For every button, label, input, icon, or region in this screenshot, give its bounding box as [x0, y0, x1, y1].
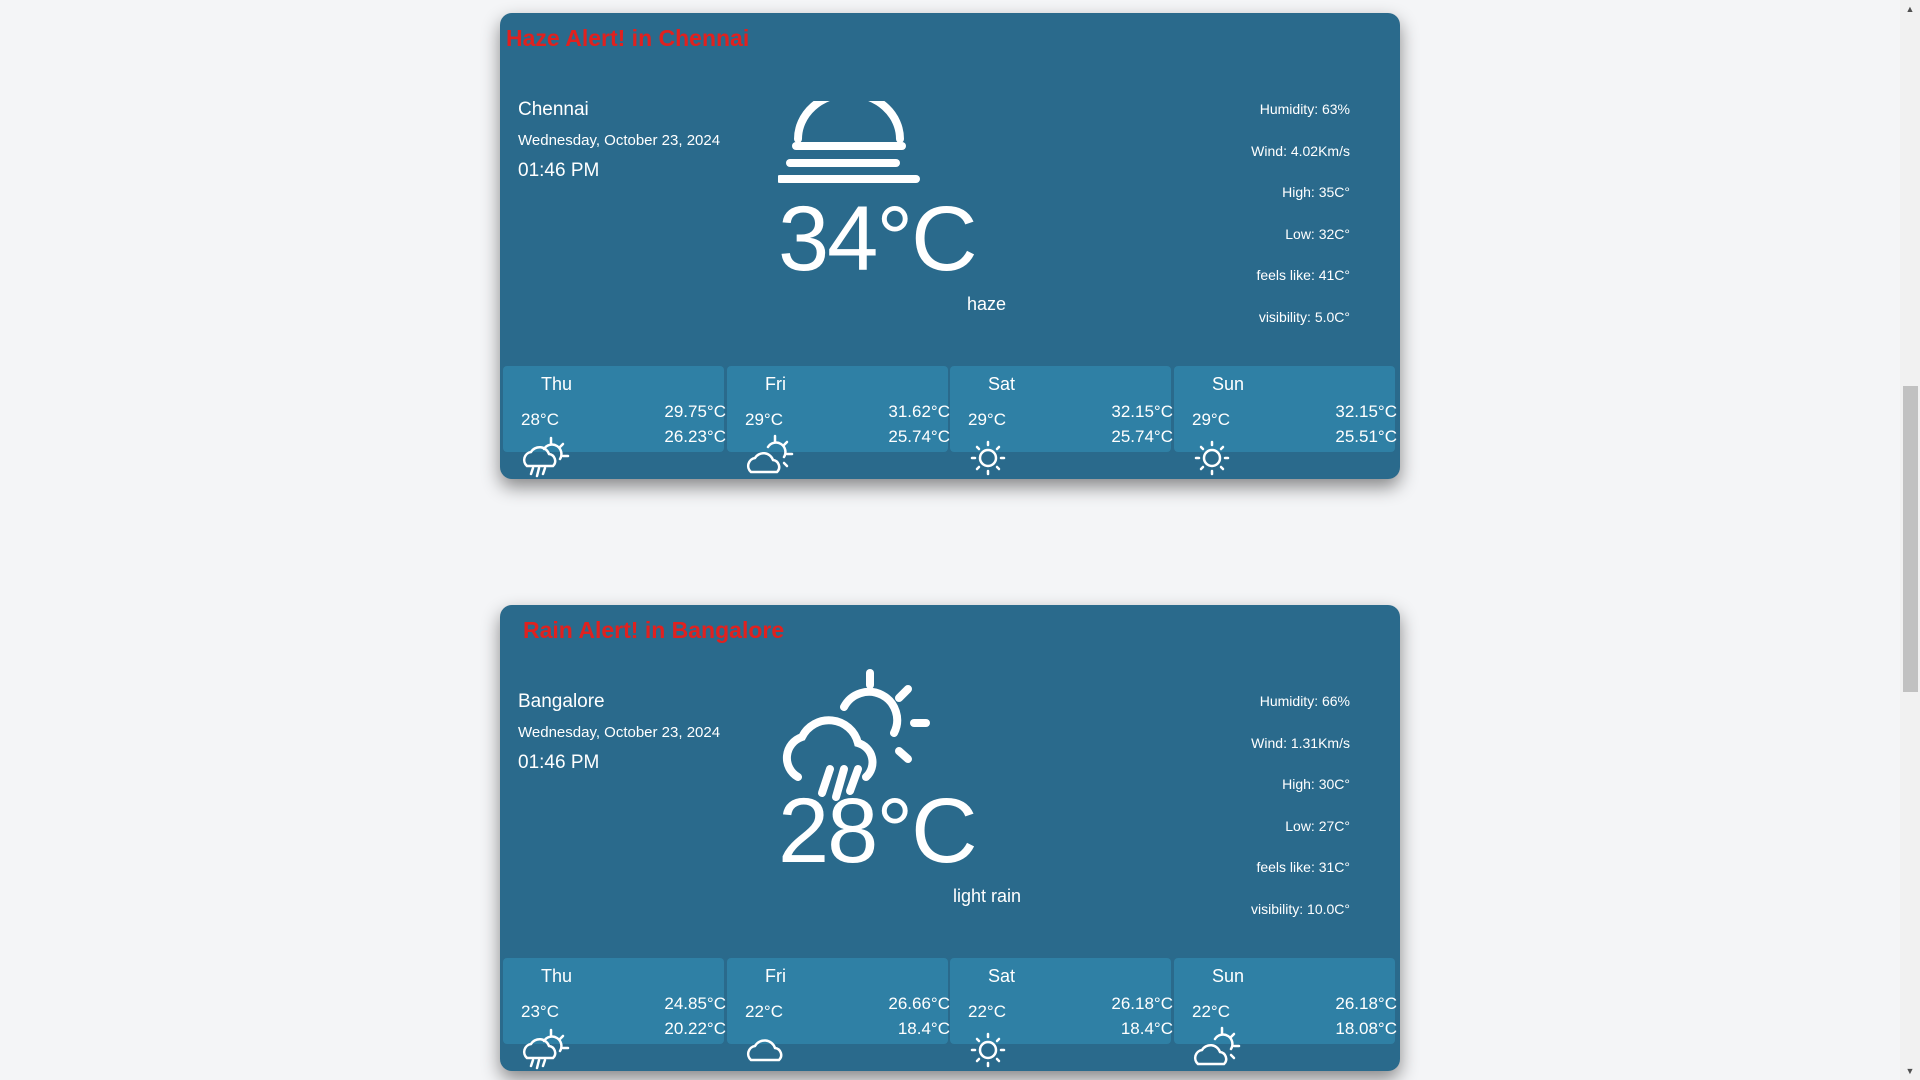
alert-banner: Haze Alert! in Chennai — [506, 25, 750, 51]
forecast-day: Sun 29°C 32.15°C 25.51°C — [1174, 366, 1397, 476]
forecast-low: 25.74°C — [888, 427, 950, 446]
forecast-low: 18.08°C — [1335, 1019, 1397, 1038]
forecast-day-name: Sat — [988, 374, 1016, 394]
wind-stat: Wind: 1.31Km/s — [1251, 734, 1350, 751]
forecast-day: Fri 29°C 31.62°C 25.74°C — [727, 366, 950, 474]
time-label: 01:46 PM — [518, 752, 600, 773]
forecast-high: 24.85°C — [664, 994, 726, 1013]
sun-icon — [1194, 440, 1230, 476]
forecast-row: Thu 28°C 29.75°C 26.23°C Fri 29°C 31.62°… — [503, 366, 1397, 479]
forecast-high: 32.15°C — [1111, 402, 1173, 421]
forecast-day: Sat 29°C 32.15°C 25.74°C — [950, 366, 1173, 476]
forecast-day-name: Sun — [1212, 966, 1245, 986]
humidity-stat: Humidity: 63% — [1259, 101, 1350, 117]
forecast-day: Thu 28°C 29.75°C 26.23°C — [503, 366, 726, 478]
sun-icon — [970, 1032, 1006, 1068]
rain-sun-icon — [522, 1028, 570, 1070]
low-stat: Low: 32C° — [1285, 225, 1350, 242]
forecast-temp: 23°C — [521, 1002, 559, 1021]
weather-card-bangalore: Rain Alert! in Bangalore Bangalore Wedne… — [500, 605, 1400, 1071]
current-temperature: 34°C — [778, 188, 978, 290]
forecast-temp: 29°C — [1192, 410, 1230, 429]
wind-stat: Wind: 4.02Km/s — [1251, 142, 1350, 159]
forecast-low: 18.4°C — [1120, 1019, 1173, 1038]
partly-cloudy-icon — [746, 434, 794, 474]
scrollbar-thumb[interactable] — [1903, 386, 1918, 692]
forecast-day: Thu 23°C 24.85°C 20.22°C — [503, 958, 726, 1070]
forecast-temp: 22°C — [968, 1002, 1006, 1021]
forecast-day: Fri 22°C 26.66°C 18.4°C — [727, 958, 950, 1062]
cloud-icon — [746, 1039, 783, 1062]
high-stat: High: 30C° — [1282, 776, 1350, 792]
forecast-temp: 22°C — [745, 1002, 783, 1021]
stats-panel: Humidity: 66% Wind: 1.31Km/s High: 30C° … — [1251, 691, 1350, 940]
forecast-high: 31.62°C — [888, 402, 950, 421]
visibility-stat: visibility: 10.0C° — [1251, 900, 1350, 917]
weather-card-chennai: Haze Alert! in Chennai Chennai Wednesday… — [500, 13, 1400, 479]
forecast-low: 18.4°C — [897, 1019, 950, 1038]
partly-cloudy-icon — [1193, 1026, 1241, 1066]
current-temperature: 28°C — [778, 780, 978, 882]
city-name: Bangalore — [518, 691, 605, 712]
forecast-row: Thu 23°C 24.85°C 20.22°C Fri 22°C 26.66°… — [503, 958, 1397, 1071]
sun-icon — [970, 440, 1006, 476]
forecast-low: 20.22°C — [664, 1019, 726, 1038]
scroll-up-arrow-icon[interactable]: ▲ — [1900, 0, 1920, 18]
time-label: 01:46 PM — [518, 160, 600, 181]
low-stat: Low: 27C° — [1285, 817, 1350, 834]
date-label: Wednesday, October 23, 2024 — [518, 132, 721, 149]
forecast-high: 29.75°C — [664, 402, 726, 421]
stats-panel: Humidity: 63% Wind: 4.02Km/s High: 35C° … — [1251, 99, 1350, 348]
forecast-low: 25.51°C — [1335, 427, 1397, 446]
humidity-stat: Humidity: 66% — [1259, 693, 1350, 709]
forecast-day-name: Sun — [1212, 374, 1245, 394]
city-name: Chennai — [518, 99, 589, 120]
page: Haze Alert! in Chennai Chennai Wednesday… — [0, 0, 1920, 1080]
visibility-stat: visibility: 5.0C° — [1258, 308, 1350, 325]
forecast-day-name: Sat — [988, 966, 1016, 986]
forecast-temp: 29°C — [745, 410, 783, 429]
forecast-temp: 29°C — [968, 410, 1006, 429]
forecast-day: Sat 22°C 26.18°C 18.4°C — [950, 958, 1173, 1068]
forecast-day-name: Thu — [541, 966, 573, 986]
feels-like-stat: feels like: 31C° — [1256, 859, 1350, 875]
vertical-scrollbar[interactable]: ▲ ▼ — [1900, 0, 1920, 1080]
forecast-day: Sun 22°C 26.18°C 18.08°C — [1174, 958, 1397, 1066]
forecast-high: 26.18°C — [1335, 994, 1397, 1013]
date-label: Wednesday, October 23, 2024 — [518, 724, 721, 741]
forecast-low: 26.23°C — [664, 427, 726, 446]
forecast-high: 32.15°C — [1335, 402, 1397, 421]
forecast-high: 26.66°C — [888, 994, 950, 1013]
forecast-low: 25.74°C — [1111, 427, 1173, 446]
forecast-high: 26.18°C — [1111, 994, 1173, 1013]
alert-banner: Rain Alert! in Bangalore — [523, 617, 785, 643]
forecast-temp: 28°C — [521, 410, 559, 429]
feels-like-stat: feels like: 41C° — [1256, 267, 1350, 283]
forecast-day-name: Fri — [765, 966, 786, 986]
forecast-day-name: Thu — [541, 374, 573, 394]
rain-sun-icon — [522, 436, 570, 478]
forecast-day-name: Fri — [765, 374, 786, 394]
forecast-temp: 22°C — [1192, 1002, 1230, 1021]
high-stat: High: 35C° — [1282, 184, 1350, 200]
scroll-down-arrow-icon[interactable]: ▼ — [1900, 1062, 1920, 1080]
